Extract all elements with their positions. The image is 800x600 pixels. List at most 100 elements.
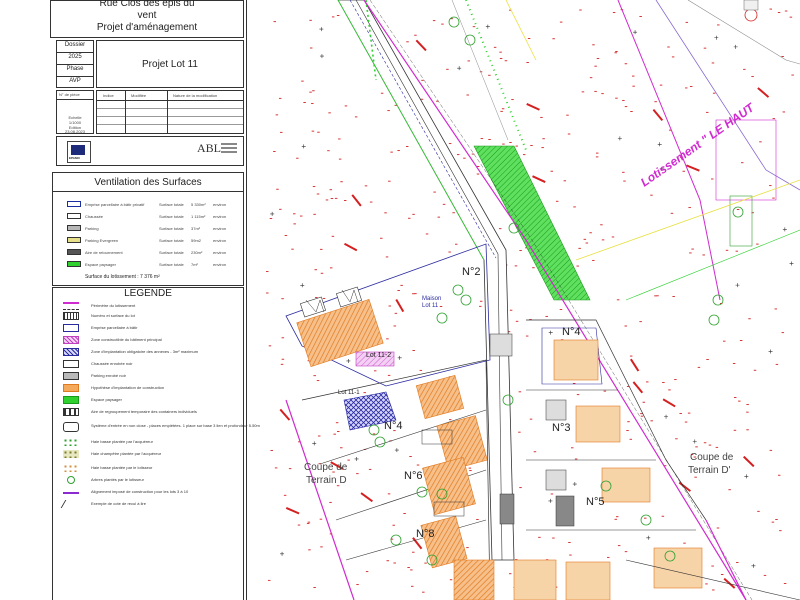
- legend-text: Espace paysager: [91, 397, 122, 402]
- rev-header-nature: Nature de la modification: [173, 93, 218, 98]
- neighbour-lotissement: [617, 0, 800, 301]
- elevation-tag: [532, 175, 546, 183]
- legend-item: Zone d'implantation obligatoire des anne…: [61, 346, 241, 358]
- ventilation-swatch: [67, 249, 81, 255]
- ventilation-swatch: [67, 237, 81, 243]
- project-name-box: Rue Clos des epis du vent Projet d'aména…: [50, 0, 244, 38]
- tree-symbol: [640, 514, 652, 526]
- ventilation-table: Ventilation des Surfaces Emprise parcell…: [52, 172, 244, 286]
- elevation-tag: [415, 39, 427, 52]
- survey-cross: [572, 482, 577, 487]
- legend-symbol: [63, 348, 79, 356]
- legend-symbol: [67, 476, 75, 484]
- sheet-title: Projet Lot 11: [142, 59, 198, 70]
- ventilation-title: Ventilation des Surfaces: [94, 177, 202, 188]
- legend-text: Chaussée enrobée noir: [91, 361, 133, 366]
- ventilation-unit: environ: [213, 226, 227, 231]
- ventilation-label: Surface totale: [159, 262, 184, 267]
- legend: LEGENDE Périmètre du lotissement Numéro e…: [52, 287, 260, 600]
- survey-cross: [319, 27, 324, 32]
- legend-symbol: [63, 372, 79, 380]
- edition-value: 23.08.2023: [64, 129, 86, 134]
- elevation-tag: [360, 492, 373, 503]
- ventilation-label: Surface totale: [159, 238, 184, 243]
- lot-11-2-label: Lot 11-2: [366, 352, 392, 359]
- coupe-right-line-1: Coupe de: [690, 452, 734, 463]
- lot-label-6: N°6: [404, 470, 423, 482]
- tree-symbol: [448, 16, 460, 28]
- ventilation-total: Surface du lotissement : 7 376 m²: [85, 274, 160, 280]
- lot-11-1-label: Lot 11-1: [338, 390, 360, 396]
- ventilation-unit: environ: [213, 238, 227, 243]
- tree-symbol: [460, 294, 472, 306]
- ventilation-label: Surface totale: [159, 214, 184, 219]
- legend-item: Aire de regroupement temporaire des cont…: [61, 406, 241, 418]
- site-plan: N°2 N°4 N°3 N°4 N°6 N°5 N°8 Lot 11-2 Lot…: [246, 0, 800, 600]
- legend-symbol: [63, 396, 79, 404]
- legend-item: Numéro et surface du lot: [61, 310, 241, 322]
- survey-cross: [397, 355, 402, 360]
- legend-text: Hypothèse d'implantation de construction: [91, 385, 165, 390]
- survey-cross: [548, 330, 553, 335]
- ventilation-swatch: [67, 225, 81, 231]
- ventilation-label: Surface totale: [159, 226, 184, 231]
- legend-item: Alignement imposé de construction pour l…: [61, 486, 241, 498]
- survey-cross: [657, 142, 662, 147]
- survey-cross: [751, 563, 756, 568]
- legend-item: Parking enrobé noir: [61, 370, 241, 382]
- elevation-tag: [662, 398, 676, 408]
- coupe-left-line-1: Coupe de: [304, 462, 348, 473]
- legend-text: Exemple de cote de recul à lire: [91, 501, 146, 506]
- plan-drawing: [266, 0, 800, 600]
- project-line-2: vent: [137, 10, 157, 21]
- elevation-tag: [279, 408, 291, 421]
- elevation-tag: [652, 108, 664, 122]
- ventilation-name: Parking: [85, 226, 99, 231]
- legend-symbol: [63, 450, 79, 458]
- survey-cross: [789, 261, 794, 266]
- legend-symbol: [63, 360, 79, 368]
- survey-cross: [301, 144, 306, 149]
- ventilation-name: Espace paysager: [85, 262, 116, 267]
- elevation-tag: [743, 455, 755, 468]
- survey-cross: [617, 136, 622, 141]
- tree-symbol: [374, 436, 386, 448]
- survey-cross: [548, 498, 553, 503]
- survey-cross: [280, 551, 285, 556]
- legend-symbol: [63, 302, 79, 310]
- ventilation-label: Surface totale: [159, 250, 184, 255]
- scale-edition-box: N° de pièce Echelle 1/1000 Edition 23.08…: [56, 90, 94, 134]
- legend-text: Haie basse plantée par l'acquéreur: [91, 439, 153, 444]
- elevation-tag: [395, 299, 405, 313]
- survey-cross: [319, 54, 324, 59]
- lot-label-2: N°2: [462, 266, 481, 278]
- legend-item: Zone constructible du bâtiment principal: [61, 334, 241, 346]
- abl-logo: ABL: [197, 141, 239, 161]
- abl-logo-text: ABL: [197, 141, 221, 155]
- elevation-tag: [757, 87, 770, 98]
- legend-symbol: [63, 492, 79, 494]
- ventilation-unit: environ: [213, 262, 227, 267]
- ventilation-label: Surface totale: [159, 202, 184, 207]
- legend-text: Emprise parcellaire à bâtir: [91, 325, 138, 330]
- title-block-column: Rue Clos des epis du vent Projet d'aména…: [50, 0, 260, 600]
- revision-table: Indice Modifiée Nature de la modificatio…: [96, 90, 244, 134]
- phase-label: Phase: [66, 66, 84, 72]
- lot-label-4-east: N°4: [562, 326, 581, 338]
- coupe-left-line-2: Terrain D: [306, 475, 347, 486]
- ventilation-name: Aire de retournement: [85, 250, 123, 255]
- legend-item: Exemple de cote de recul à lire: [60, 498, 241, 510]
- plan-sheet: Rue Clos des epis du vent Projet d'aména…: [0, 0, 800, 600]
- survey-cross: [485, 24, 490, 29]
- lot-label-8: N°8: [416, 528, 435, 540]
- legend-text: Haie champêtre plantée par l'acquéreur: [91, 451, 162, 456]
- survey-cross: [768, 349, 773, 354]
- dossier-label: Dossier: [64, 42, 86, 48]
- survey-cross: [664, 414, 669, 419]
- legend-symbol: [63, 384, 79, 392]
- dossier-phase-box: Dossier 2025 Phase AVP: [56, 40, 94, 88]
- elevation-tag: [630, 358, 640, 372]
- tree-symbol: [436, 312, 448, 324]
- tree-symbol: [416, 486, 428, 498]
- legend-item: Emprise parcellaire à bâtir: [61, 322, 241, 334]
